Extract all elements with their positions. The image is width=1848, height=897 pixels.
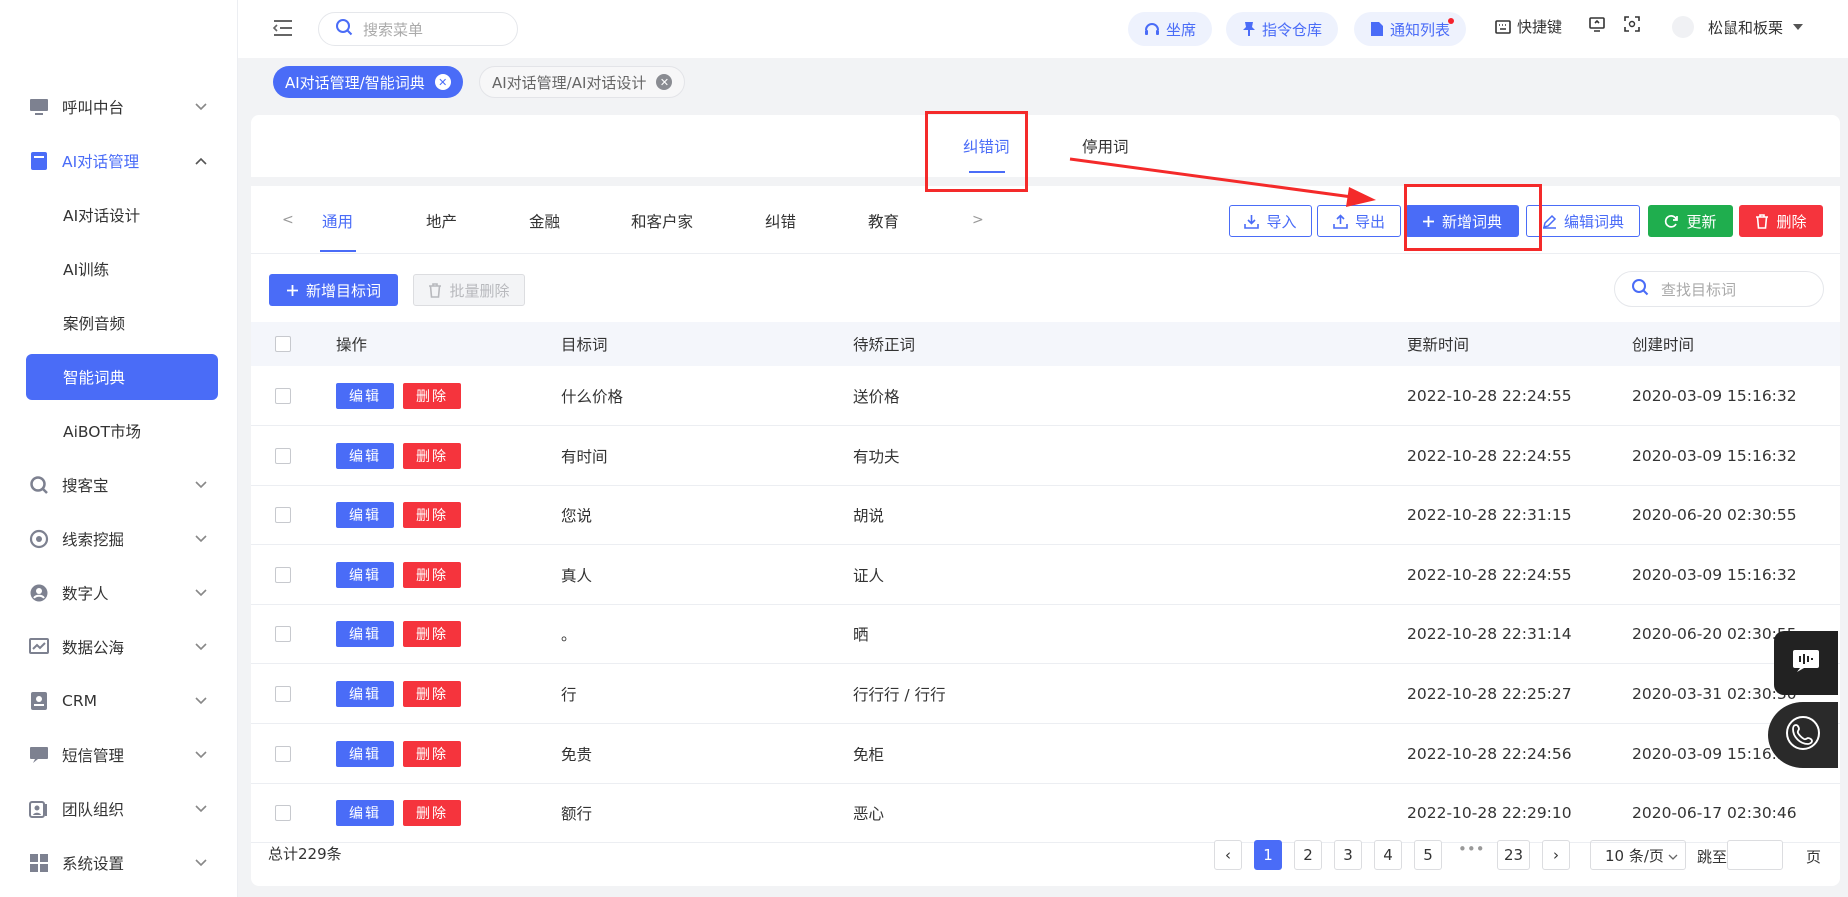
annotation-arrow <box>1069 157 1376 207</box>
